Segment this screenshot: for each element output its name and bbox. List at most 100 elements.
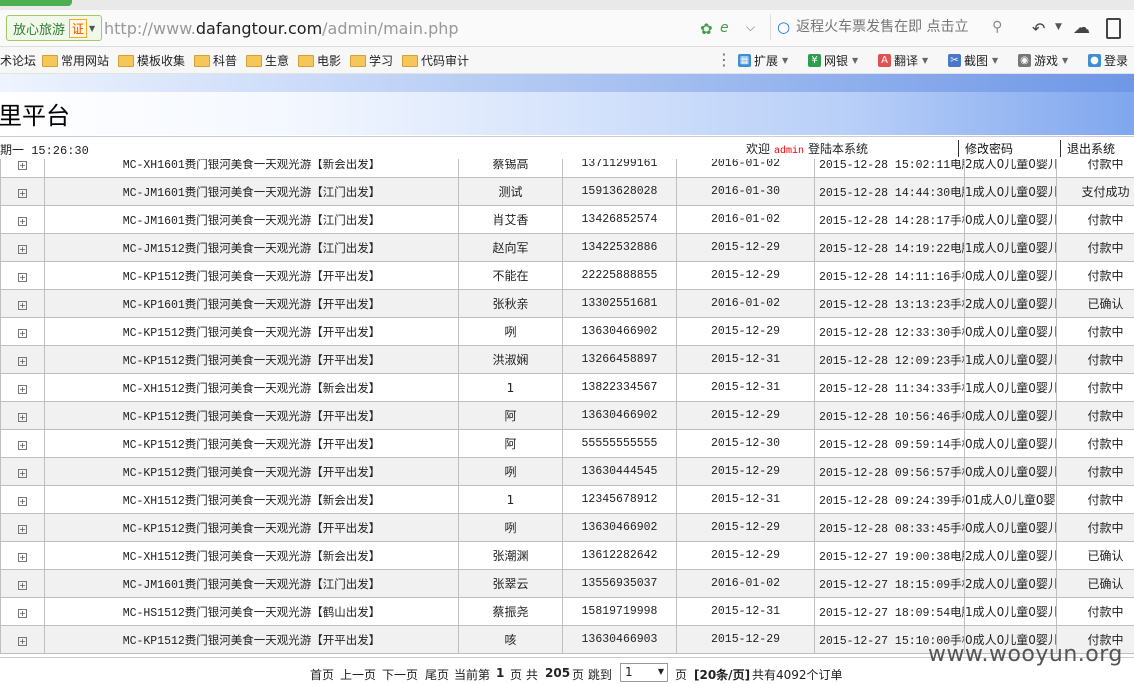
table-row[interactable]: +MC-XH1512赉门银河美食一天观光游【新会出发】1138223345672…	[1, 374, 1134, 402]
phone-cell: 13426852574	[563, 206, 677, 234]
search-input[interactable]	[794, 18, 988, 36]
page-title: 里平台	[0, 96, 70, 131]
table-row[interactable]: +MC-KP1601赉门银河美食一天观光游【开平出发】张秋亲1330255168…	[1, 290, 1134, 318]
change-password-link[interactable]: 修改密码	[958, 140, 1013, 157]
expand-icon[interactable]: +	[18, 413, 27, 422]
table-row[interactable]: +MC-JM1512赉门银河美食一天观光游【江门出发】赵向军1342253288…	[1, 234, 1134, 262]
phone-cell: 13630466902	[563, 318, 677, 346]
expand-icon[interactable]: +	[18, 357, 27, 366]
order-time: 2015-12-28 12:09:23	[819, 355, 950, 368]
expand-icon[interactable]: +	[18, 637, 27, 646]
first-page-link[interactable]: 首页	[310, 666, 334, 683]
expand-icon[interactable]: +	[18, 329, 27, 338]
table-row[interactable]: +MC-KP1512赉门银河美食一天观光游【开平出发】阿555555555552…	[1, 430, 1134, 458]
table-row[interactable]: +MC-XH1512赉门银河美食一天观光游【新会出发】张潮渊1361228264…	[1, 542, 1134, 570]
per-page-label: [20条/页]	[694, 666, 750, 683]
url-dropdown-icon[interactable]: ⌵	[746, 20, 755, 35]
cloud-icon[interactable]: ☁	[1073, 18, 1090, 38]
logout-link[interactable]: 退出系统	[1060, 140, 1115, 157]
people-cell: 2成人0儿童0婴儿	[965, 290, 1057, 318]
url-prefix: http://www.	[104, 19, 196, 38]
contact-cell: 阿	[459, 430, 563, 458]
expand-icon[interactable]: +	[18, 161, 27, 170]
table-row[interactable]: +MC-KP1512赉门银河美食一天观光游【开平出发】阿136304669022…	[1, 402, 1134, 430]
ie-mode-icon[interactable]: e	[720, 20, 729, 36]
orders-table: +MC-XH1601赉门银河美食一天观光游【新会出发】蔡锡高1371129916…	[0, 159, 1134, 654]
last-page-link[interactable]: 尾页	[425, 666, 449, 683]
expand-cell: +	[1, 570, 45, 598]
table-row[interactable]: +MC-KP1512赉门银河美食一天观光游【开平出发】咧136304669022…	[1, 318, 1134, 346]
folder-icon	[246, 55, 262, 67]
order-source: 手机	[950, 465, 964, 479]
tool-label: 游戏	[1034, 52, 1058, 69]
bookmark-folder[interactable]: 学习	[350, 52, 393, 69]
bookmark-folder[interactable]: 生意	[246, 52, 289, 69]
bookmark-folder[interactable]: 常用网站	[42, 52, 109, 69]
undo-dropdown-icon[interactable]: ▼	[1055, 22, 1062, 32]
expand-cell: +	[1, 626, 45, 654]
tool-screenshot[interactable]: ✂截图▼	[948, 52, 998, 69]
contact-cell: 1	[459, 486, 563, 514]
tool-translate[interactable]: A翻译▼	[878, 52, 928, 69]
tool-login[interactable]: ●登录	[1088, 52, 1128, 69]
more-icon[interactable]: ⋮	[716, 50, 732, 69]
admin-status-line: 期一 15:26:30 欢迎admin登陆本系统 修改密码 退出系统	[0, 136, 1134, 160]
tool-extensions[interactable]: ▦扩展▼	[738, 52, 788, 69]
table-row[interactable]: +MC-KP1512赉门银河美食一天观光游【开平出发】洪淑娴1326645889…	[1, 346, 1134, 374]
table-row[interactable]: +MC-KP1512赉门银河美食一天观光游【开平出发】咧136304669022…	[1, 514, 1134, 542]
table-row[interactable]: +MC-KP1512赉门银河美食一天观光游【开平出发】不能在2222588885…	[1, 262, 1134, 290]
expand-icon[interactable]: +	[18, 441, 27, 450]
route-cell: MC-KP1601赉门银河美食一天观光游【开平出发】	[45, 290, 459, 318]
table-row[interactable]: +MC-XH1512赉门银河美食一天观光游【新会出发】1123456789122…	[1, 486, 1134, 514]
tool-ebank[interactable]: ¥网银▼	[808, 52, 858, 69]
search-box: ○ ⚲	[770, 14, 1019, 40]
contact-cell: 咧	[459, 458, 563, 486]
bookmark-item[interactable]: 术论坛	[0, 52, 36, 69]
expand-icon[interactable]: +	[18, 301, 27, 310]
expand-icon[interactable]: +	[18, 553, 27, 562]
bookmark-folder[interactable]: 代码审计	[402, 52, 469, 69]
expand-icon[interactable]: +	[18, 385, 27, 394]
expand-icon[interactable]: +	[18, 469, 27, 478]
bookmark-folder[interactable]: 科普	[194, 52, 237, 69]
expand-icon[interactable]: +	[18, 525, 27, 534]
expand-icon[interactable]: +	[18, 245, 27, 254]
people-cell: 01成人0儿童0婴儿	[965, 486, 1057, 514]
site-trust-badge[interactable]: 放心旅游 证 ▼	[6, 15, 102, 41]
expand-icon[interactable]: +	[18, 217, 27, 226]
expand-icon[interactable]: +	[18, 273, 27, 282]
phone-icon[interactable]	[1106, 18, 1121, 39]
table-row[interactable]: +MC-JM1601赉门银河美食一天观光游【江门出发】测试15913628028…	[1, 178, 1134, 206]
table-row[interactable]: +MC-XH1601赉门银河美食一天观光游【新会出发】蔡锡高1371129916…	[1, 159, 1134, 178]
bookmark-folder[interactable]: 模板收集	[118, 52, 185, 69]
orders-table-viewport[interactable]: +MC-XH1601赉门银河美食一天观光游【新会出发】蔡锡高1371129916…	[0, 159, 1134, 656]
contact-cell: 咧	[459, 514, 563, 542]
page-jump-select[interactable]: 1▼	[620, 663, 668, 682]
table-row[interactable]: +MC-JM1601赉门银河美食一天观光游【江门出发】肖艾香1342685257…	[1, 206, 1134, 234]
undo-icon[interactable]: ↶	[1032, 19, 1045, 38]
table-row[interactable]: +MC-HS1512赉门银河美食一天观光游【鹤山出发】蔡振尧1581971999…	[1, 598, 1134, 626]
table-row[interactable]: +MC-JM1601赉门银河美食一天观光游【江门出发】张翠云1355693503…	[1, 570, 1134, 598]
search-icon: ○	[777, 18, 790, 36]
status-cell: 付款中	[1057, 159, 1134, 178]
order-source: 手机	[950, 381, 964, 395]
reload-icon[interactable]: ✿	[700, 20, 713, 38]
prev-page-link[interactable]: 上一页	[340, 666, 376, 683]
expand-icon[interactable]: +	[18, 581, 27, 590]
contact-cell: 咳	[459, 626, 563, 654]
next-page-link[interactable]: 下一页	[382, 666, 418, 683]
bookmark-folder[interactable]: 电影	[298, 52, 341, 69]
active-tab[interactable]	[0, 0, 72, 6]
expand-icon[interactable]: +	[18, 609, 27, 618]
expand-icon[interactable]: +	[18, 497, 27, 506]
table-row[interactable]: +MC-KP1512赉门银河美食一天观光游【开平出发】咧136304445452…	[1, 458, 1134, 486]
folder-icon	[350, 55, 366, 67]
chevron-down-icon: ▼	[658, 667, 664, 676]
search-submit-icon[interactable]: ⚲	[992, 19, 1002, 35]
order-time-cell: 2015-12-28 08:33:45手机	[815, 514, 965, 542]
tool-games[interactable]: ◉游戏▼	[1018, 52, 1068, 69]
expand-icon[interactable]: +	[18, 189, 27, 198]
expand-cell: +	[1, 430, 45, 458]
url-field[interactable]: http://www.dafangtour.com/admin/main.php	[104, 19, 459, 38]
bookmarks-bar: 术论坛 常用网站 模板收集 科普 生意 电影 学习 代码审计 ⋮ ▦扩展▼ ¥网…	[0, 47, 1134, 74]
